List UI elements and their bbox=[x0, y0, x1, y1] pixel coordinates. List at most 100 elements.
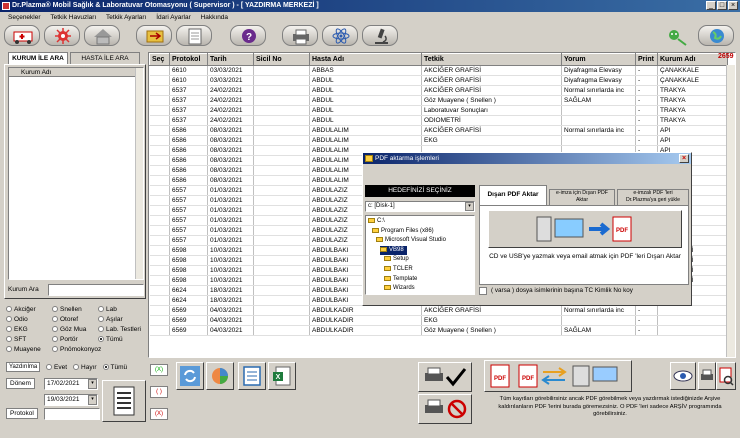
category-radio[interactable]: Pnömokonyoz bbox=[52, 346, 101, 353]
row-select-cell[interactable] bbox=[149, 215, 170, 226]
date-from-dropdown[interactable]: ▾ bbox=[88, 379, 97, 389]
tab-e-imza-geri-yukle[interactable]: e-imzalı PDF 'leri Dr.Plazma'ya geri yük… bbox=[617, 189, 689, 205]
list-button[interactable] bbox=[102, 380, 146, 422]
kurum-list[interactable]: Kurum Adı bbox=[8, 67, 144, 280]
folder-item[interactable]: Microsoft Visual Studio bbox=[376, 236, 449, 245]
table-row[interactable]: 6569 04/03/2021 ABDULKADIR Göz Muayene ( Sn… bbox=[149, 325, 728, 336]
kurum-ara-input[interactable] bbox=[48, 284, 144, 296]
row-select-cell[interactable] bbox=[149, 295, 170, 306]
row-select-cell[interactable] bbox=[149, 115, 170, 126]
table-row[interactable]: 6586 08/03/2021 ABDULALIM EKG - API bbox=[149, 135, 728, 146]
tc-kimlik-checkbox[interactable] bbox=[479, 287, 487, 295]
row-select-cell[interactable] bbox=[149, 235, 170, 246]
drive-select[interactable]: c: [Disk-1] bbox=[365, 201, 475, 212]
folder-item[interactable]: Wizards bbox=[384, 284, 418, 293]
column-header[interactable]: Tarih bbox=[207, 53, 254, 66]
folder-item[interactable]: Setup bbox=[384, 255, 412, 264]
table-row[interactable]: 6610 03/03/2021 ABDUL AKCİĞER GRAFİSİ Diyafr… bbox=[149, 75, 728, 86]
category-radio[interactable]: Muayene bbox=[6, 346, 41, 353]
protokol-input[interactable] bbox=[44, 408, 100, 420]
help-button[interactable]: ? bbox=[230, 25, 266, 46]
column-header[interactable]: Print bbox=[635, 53, 658, 66]
folder-item[interactable]: VB98 bbox=[380, 245, 407, 255]
column-header[interactable]: Sicil No bbox=[253, 53, 310, 66]
column-header[interactable]: Seç bbox=[149, 53, 170, 66]
close-window-button[interactable]: × bbox=[728, 1, 738, 10]
row-select-cell[interactable] bbox=[149, 105, 170, 116]
category-radio[interactable]: Tümü bbox=[98, 336, 123, 343]
category-radio[interactable]: Göz Mua bbox=[52, 326, 86, 333]
row-select-cell[interactable] bbox=[149, 205, 170, 216]
category-radio[interactable]: Otoref bbox=[52, 316, 78, 323]
row-select-cell[interactable] bbox=[149, 245, 170, 256]
tab-hasta-ile-ara[interactable]: HASTA İLE ARA bbox=[70, 52, 140, 64]
menu-tetkik-ayarlari[interactable]: Tetkik Ayarları bbox=[106, 14, 146, 21]
tab-disari-pdf-aktar[interactable]: Dışarı PDF Aktar bbox=[479, 185, 547, 205]
tab-e-imza-aktar[interactable]: e-imza için Dışarı PDF Aktar bbox=[549, 189, 615, 205]
category-radio[interactable]: Aşılar bbox=[98, 316, 123, 323]
globe-button[interactable] bbox=[698, 25, 734, 46]
pdf-export-button[interactable]: PDF bbox=[488, 210, 682, 248]
invert-selection-button[interactable]: (X) bbox=[150, 408, 168, 420]
virus-button[interactable] bbox=[44, 25, 80, 46]
row-select-cell[interactable] bbox=[149, 145, 170, 156]
column-header[interactable]: Kurum Adı bbox=[657, 53, 728, 66]
column-header[interactable]: Yorum bbox=[561, 53, 636, 66]
column-header[interactable]: Protokol bbox=[169, 53, 208, 66]
menu-secenekler[interactable]: Seçenekler bbox=[8, 14, 41, 21]
date-to-dropdown[interactable]: ▾ bbox=[88, 395, 97, 405]
row-select-cell[interactable] bbox=[149, 225, 170, 236]
home-button[interactable] bbox=[84, 25, 120, 46]
table-row[interactable]: 6569 04/03/2021 ABDULKADIR EKG - bbox=[149, 315, 728, 326]
row-select-cell[interactable] bbox=[149, 155, 170, 166]
row-select-cell[interactable] bbox=[149, 285, 170, 296]
folder-tree[interactable]: C:\ Program Files (x86) Microsoft Visual S… bbox=[365, 215, 475, 295]
category-radio[interactable]: Akciğer bbox=[6, 306, 36, 313]
print-selected-button[interactable] bbox=[418, 362, 472, 392]
refresh-button[interactable] bbox=[176, 362, 204, 390]
row-select-cell[interactable] bbox=[149, 195, 170, 206]
row-select-cell[interactable] bbox=[149, 305, 170, 316]
row-select-cell[interactable] bbox=[149, 65, 170, 76]
category-radio[interactable]: Lab bbox=[98, 306, 117, 313]
cancel-print-button[interactable] bbox=[418, 394, 472, 424]
drive-dropdown[interactable]: ▾ bbox=[465, 202, 474, 211]
table-row[interactable]: 6569 04/03/2021 ABDULKADIR AKCİĞER GRAFİSİ N… bbox=[149, 305, 728, 316]
print-button[interactable] bbox=[282, 25, 318, 46]
yazdirilma-option[interactable]: Evet bbox=[46, 364, 67, 371]
folder-item[interactable]: TCLER bbox=[384, 265, 416, 274]
row-select-cell[interactable] bbox=[149, 185, 170, 196]
table-row[interactable]: 6537 24/02/2021 ABDUL AKCİĞER GRAFİSİ Normal… bbox=[149, 85, 728, 96]
row-select-cell[interactable] bbox=[149, 125, 170, 136]
menu-idari-ayarlar[interactable]: İdari Ayarlar bbox=[156, 14, 191, 21]
row-select-cell[interactable] bbox=[149, 85, 170, 96]
column-header[interactable]: Tetkik bbox=[421, 53, 562, 66]
row-select-cell[interactable] bbox=[149, 255, 170, 266]
category-radio[interactable]: Lab. Testleri bbox=[98, 326, 141, 333]
table-row[interactable]: 6537 24/02/2021 ABDUL ODIOMETRİ - TRAKYA bbox=[149, 115, 728, 126]
excel-export-button[interactable]: X bbox=[268, 362, 296, 390]
chart-button[interactable] bbox=[206, 362, 234, 390]
table-row[interactable]: 6586 08/03/2021 ABDULALIM AKCİĞER GRAFİSİ No… bbox=[149, 125, 728, 136]
category-radio[interactable]: Odio bbox=[6, 316, 28, 323]
row-select-cell[interactable] bbox=[149, 135, 170, 146]
table-row[interactable]: 6537 24/02/2021 ABDUL Göz Muayene ( Snellen… bbox=[149, 95, 728, 106]
report-button[interactable] bbox=[238, 362, 266, 390]
select-all-button[interactable]: (X) bbox=[150, 364, 168, 376]
ambulance-button[interactable] bbox=[4, 25, 40, 46]
row-select-cell[interactable] bbox=[149, 165, 170, 176]
folder-item[interactable]: Program Files (x86) bbox=[372, 227, 437, 236]
category-radio[interactable]: EKG bbox=[6, 326, 28, 333]
menu-hakkinda[interactable]: Hakkında bbox=[201, 14, 228, 21]
row-select-cell[interactable] bbox=[149, 275, 170, 286]
category-radio[interactable]: Snellen bbox=[52, 306, 82, 313]
category-radio[interactable]: SFT bbox=[6, 336, 26, 343]
menu-tetkik-havuzlari[interactable]: Tetkik Havuzları bbox=[50, 14, 96, 21]
table-row[interactable]: 6610 03/03/2021 ABBAS AKCİĞER GRAFİSİ Diyafr… bbox=[149, 65, 728, 76]
yazdirilma-option[interactable]: Tümü bbox=[102, 364, 127, 371]
minimize-button[interactable]: _ bbox=[706, 1, 716, 10]
folder-item[interactable]: Template bbox=[384, 275, 420, 284]
deselect-button[interactable]: ( ) bbox=[150, 386, 168, 398]
row-select-cell[interactable] bbox=[149, 75, 170, 86]
folder-item[interactable]: C:\ bbox=[368, 217, 388, 226]
